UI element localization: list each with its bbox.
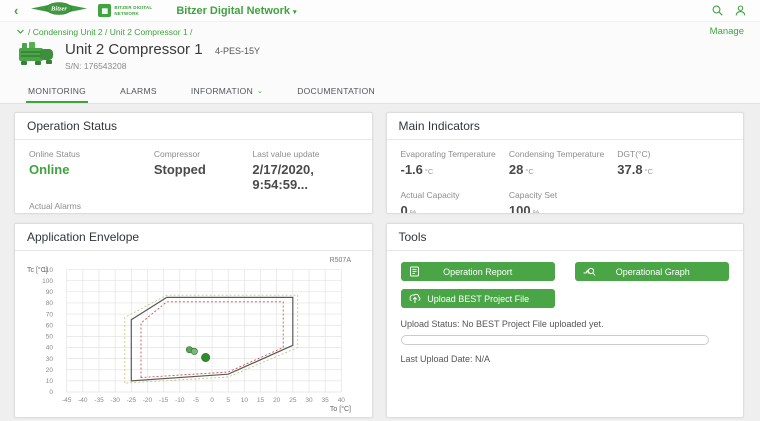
- online-status-value: Online: [29, 162, 154, 177]
- panel-title: Application Envelope: [15, 224, 372, 251]
- y-tick-label: 20: [46, 367, 54, 374]
- bdn-logo-text: BITZER DIGITAL NETWORK: [114, 5, 152, 15]
- device-title: Unit 2 Compressor 1: [65, 41, 203, 58]
- application-envelope-panel: Application Envelope 0102030405060708090…: [14, 223, 373, 418]
- graph-icon: [583, 266, 596, 277]
- y-tick-label: 40: [46, 345, 54, 352]
- operational-graph-button[interactable]: Operational Graph: [575, 262, 729, 281]
- y-tick-label: 80: [46, 300, 54, 307]
- panel-title: Main Indicators: [387, 113, 744, 140]
- chevron-down-icon: [16, 28, 25, 35]
- x-tick-label: 15: [257, 397, 265, 404]
- user-icon[interactable]: [735, 5, 746, 16]
- x-tick-label: 20: [273, 397, 281, 404]
- tab-documentation[interactable]: DOCUMENTATION: [295, 82, 377, 103]
- y-tick-label: 10: [46, 378, 54, 385]
- tab-monitoring[interactable]: MONITORING: [26, 82, 88, 103]
- upload-icon: [409, 293, 421, 304]
- operation-report-button[interactable]: Operation Report: [401, 262, 555, 281]
- last-upload-date-text: Last Upload Date: N/A: [401, 354, 730, 364]
- breadcrumb[interactable]: / Condensing Unit 2 / Unit 2 Compressor …: [16, 27, 192, 37]
- x-tick-label: 0: [210, 397, 214, 404]
- last-update-field: Last value update 2/17/2020, 9:54:59...: [252, 149, 357, 192]
- x-tick-label: -35: [94, 397, 104, 404]
- envelope-chart: 0102030405060708090100110-45-40-35-30-25…: [25, 254, 360, 414]
- x-tick-label: 30: [305, 397, 313, 404]
- x-axis-label: To [°C]: [330, 405, 351, 413]
- x-tick-label: -5: [193, 397, 199, 404]
- bdn-logo-icon: ▩: [98, 4, 111, 17]
- x-tick-label: 35: [322, 397, 330, 404]
- app-title-dropdown[interactable]: Bitzer Digital Network▾: [176, 5, 296, 17]
- x-tick-label: -25: [127, 397, 137, 404]
- actual-capacity-field: Actual Capacity 0%: [401, 190, 509, 214]
- x-tick-label: 40: [338, 397, 346, 404]
- search-icon[interactable]: [712, 5, 723, 16]
- tab-alarms[interactable]: ALARMS: [118, 82, 159, 103]
- panel-title: Operation Status: [15, 113, 372, 140]
- manage-link[interactable]: Manage: [710, 26, 744, 37]
- operating-point: [201, 353, 209, 361]
- y-tick-label: 50: [46, 334, 54, 341]
- compressor-state-field: Compressor Stopped: [154, 149, 253, 192]
- compressor-state-value: Stopped: [154, 162, 253, 177]
- y-tick-label: 30: [46, 356, 54, 363]
- x-tick-label: 10: [241, 397, 249, 404]
- compressor-image: [16, 40, 56, 72]
- tab-bar: MONITORING ALARMS INFORMATION⌄ DOCUMENTA…: [16, 82, 744, 103]
- x-tick-label: -45: [62, 397, 72, 404]
- chevron-down-icon: ▾: [293, 9, 297, 16]
- main-indicators-panel: Main Indicators Evaporating Temperature …: [386, 112, 745, 214]
- y-tick-label: 70: [46, 311, 54, 318]
- bitzer-logo: Bitzer: [30, 2, 88, 20]
- device-serial: S/N: 176543208: [65, 61, 260, 71]
- operating-point: [191, 348, 197, 354]
- x-tick-label: 25: [289, 397, 297, 404]
- upload-best-project-button[interactable]: Upload BEST Project File: [401, 289, 555, 308]
- capacity-set-field: Capacity Set 100%: [509, 190, 617, 214]
- y-axis-label: Tc [°C]: [27, 266, 48, 274]
- dgt-field: DGT(°C) 37.8°C: [617, 149, 729, 177]
- panel-title: Tools: [387, 224, 744, 251]
- operation-status-panel: Operation Status Online Status Online Co…: [14, 112, 373, 214]
- bdn-logo: ▩ BITZER DIGITAL NETWORK: [98, 4, 152, 17]
- y-tick-label: 90: [46, 289, 54, 296]
- x-tick-label: 5: [226, 397, 230, 404]
- actual-alarms-field: Actual Alarms ✓ No Actual Alarms: [29, 201, 358, 214]
- report-icon: [409, 266, 420, 277]
- y-tick-label: 60: [46, 322, 54, 329]
- x-tick-label: -10: [175, 397, 185, 404]
- svg-text:Bitzer: Bitzer: [50, 5, 67, 12]
- refrigerant-label: R507A: [330, 257, 352, 264]
- page-header: / Condensing Unit 2 / Unit 2 Compressor …: [0, 22, 760, 104]
- upload-progress-bar: [401, 335, 710, 345]
- x-tick-label: -20: [143, 397, 153, 404]
- main-content: Operation Status Online Status Online Co…: [0, 104, 760, 421]
- y-tick-label: 100: [42, 278, 53, 285]
- tools-panel: Tools Operation Report Operational Graph: [386, 223, 745, 418]
- top-app-bar: ‹ Bitzer ▩ BITZER DIGITAL NETWORK Bitzer…: [0, 0, 760, 22]
- upload-status-text: Upload Status: No BEST Project File uplo…: [401, 319, 730, 329]
- online-status-field: Online Status Online: [29, 149, 154, 192]
- chevron-down-icon: ⌄: [257, 87, 263, 95]
- condensing-temperature-field: Condensing Temperature 28°C: [509, 149, 617, 177]
- x-tick-label: -40: [78, 397, 88, 404]
- tab-information[interactable]: INFORMATION⌄: [189, 82, 265, 103]
- last-update-value: 2/17/2020, 9:54:59...: [252, 162, 357, 192]
- evaporating-temperature-field: Evaporating Temperature -1.6°C: [401, 149, 509, 177]
- x-tick-label: -30: [110, 397, 120, 404]
- x-tick-label: -15: [159, 397, 169, 404]
- back-icon[interactable]: ‹: [14, 4, 18, 17]
- device-model: 4-PES-15Y: [215, 46, 260, 56]
- y-tick-label: 0: [49, 389, 53, 396]
